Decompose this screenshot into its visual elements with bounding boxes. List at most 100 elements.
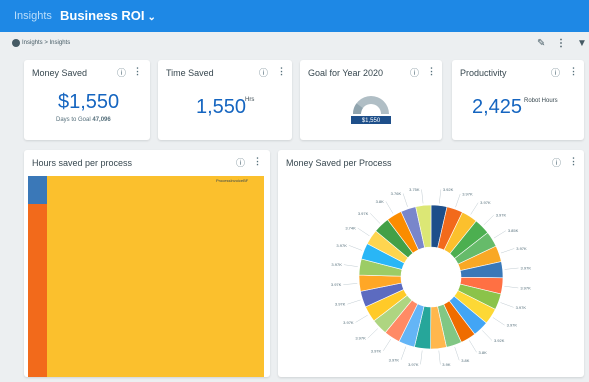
donut-slice-label: 3.85K	[508, 228, 519, 233]
more-vert-icon[interactable]: ⋮	[556, 38, 566, 49]
filter-icon[interactable]: ▼	[577, 38, 587, 49]
donut-slice-label: 3.92K	[494, 338, 505, 343]
donut-slice-label: 3.97K	[343, 320, 354, 325]
breadcrumb-bar: Insights > Insights ✎ ⋮ ▼	[0, 32, 589, 56]
info-icon[interactable]: ⓘ	[552, 156, 561, 169]
donut-leader-line	[347, 299, 361, 305]
donut-slice-label: 3.97K	[496, 213, 507, 218]
breadcrumb-root-link[interactable]: Insights	[14, 10, 52, 22]
info-icon[interactable]: ⓘ	[551, 66, 560, 79]
donut-leader-line	[454, 347, 460, 361]
donut-leader-line	[470, 202, 479, 215]
info-icon[interactable]: ⓘ	[259, 66, 268, 79]
donut-leader-line	[455, 193, 461, 208]
treemap: ProcessInvoiceBF	[28, 176, 264, 377]
more-vert-icon[interactable]: ⋮	[253, 156, 262, 167]
more-vert-icon[interactable]: ⋮	[569, 66, 578, 77]
donut-slice-label: 3.76K	[391, 191, 402, 196]
donut-slice-label: 3.97K	[371, 348, 382, 353]
donut-slice-label: 3.97K	[408, 362, 419, 367]
donut-slice-label: 3.97K	[507, 323, 518, 328]
donut-leader-line	[504, 286, 519, 289]
donut-chart: 3.92K 3.97K 3.97K 3.97K 3.85K 3.97K 3.97K 3.97K…	[278, 172, 584, 377]
donut-slice-label: 3.97K	[335, 302, 346, 307]
workspace-logo-icon	[12, 39, 20, 47]
donut-leader-line	[357, 227, 370, 237]
goal-gauge: $1,550	[351, 88, 391, 124]
more-vert-icon[interactable]: ⋮	[133, 66, 142, 77]
productivity-unit: Robot Hours	[524, 98, 558, 104]
pencil-icon[interactable]: ✎	[537, 38, 545, 49]
treemap-label: ProcessInvoiceBF	[216, 178, 249, 183]
donut-slice-label: 3.97K	[516, 246, 527, 251]
donut-slice-label: 3.97K	[521, 265, 532, 270]
donut-leader-line	[400, 346, 407, 360]
donut-slice-label: 3.97K	[520, 285, 531, 290]
donut-slice-label: 3.97K	[336, 243, 347, 248]
treemap-block-blue[interactable]	[28, 176, 47, 204]
card-title: Productivity	[460, 68, 507, 78]
donut-leader-line	[383, 339, 391, 351]
money-saved-card: Money Saved ⓘ ⋮ $1,550 Days to Goal 47,0…	[24, 60, 150, 140]
donut-slice-label: 3.9K	[442, 362, 451, 367]
donut-leader-line	[355, 314, 368, 323]
card-title: Money Saved per Process	[286, 158, 392, 168]
donut-slice-label: 3.8K	[479, 350, 488, 355]
donut-slice-label: 3.97K	[358, 211, 369, 216]
donut-leader-line	[469, 340, 477, 353]
card-title: Goal for Year 2020	[308, 68, 384, 78]
gauge-badge-text: $1,550	[362, 118, 381, 124]
donut-leader-line	[493, 230, 506, 239]
donut-slice-label: 3.97K	[516, 305, 527, 310]
days-to-goal-value: 47,096	[92, 117, 111, 123]
hours-per-process-card: Hours saved per process ⓘ ⋮ ProcessInvoi…	[24, 150, 270, 377]
donut-slice-label: 3.97K	[331, 282, 342, 287]
more-vert-icon[interactable]: ⋮	[569, 156, 578, 167]
treemap-block-orange[interactable]	[28, 204, 47, 377]
donut-leader-line	[421, 189, 424, 204]
donut-leader-line	[492, 317, 505, 326]
donut-leader-line	[504, 267, 519, 270]
treemap-block-yellow[interactable]	[47, 176, 264, 377]
donut-leader-line	[438, 350, 441, 365]
donut-leader-line	[482, 330, 493, 341]
donut-slice-label: 3.97K	[389, 357, 400, 362]
donut-slice-label: 3.97K	[331, 262, 342, 267]
donut-leader-line	[500, 248, 515, 254]
dashboard-title: Business ROI	[60, 8, 145, 23]
money-saved-value: $1,550	[58, 91, 120, 113]
top-app-bar: Insights Business ROI ⌄	[0, 0, 589, 32]
donut-slice-label: 3.75K	[409, 187, 420, 192]
donut-slice-label: 3.74K	[345, 226, 356, 231]
more-vert-icon[interactable]: ⋮	[277, 66, 286, 77]
more-vert-icon[interactable]: ⋮	[427, 66, 436, 77]
days-to-goal-label: Days to Goal 47,096	[56, 117, 111, 123]
donut-slice-label: 3.8K	[376, 199, 385, 204]
info-icon[interactable]: ⓘ	[410, 66, 419, 79]
donut-slice-label: 3.97K	[355, 336, 366, 341]
time-saved-card: Time Saved ⓘ ⋮ 1,550 Hrs	[158, 60, 292, 140]
info-icon[interactable]: ⓘ	[236, 156, 245, 169]
money-per-process-card: Money Saved per Process ⓘ ⋮ 3.92K 3.97K 3.…	[278, 150, 584, 377]
dashboard-title-dropdown[interactable]: Business ROI ⌄	[60, 8, 156, 23]
donut-leader-line	[420, 350, 423, 365]
info-icon[interactable]: ⓘ	[117, 66, 126, 79]
time-saved-unit: Hrs	[245, 97, 255, 103]
chevron-down-icon: ⌄	[147, 12, 156, 23]
donut-leader-line	[343, 283, 358, 285]
donut-leader-line	[343, 264, 358, 267]
time-saved-value: 1,550	[196, 96, 247, 118]
donut-slice-label: 3.92K	[443, 187, 454, 192]
goal-card: Goal for Year 2020 ⓘ ⋮ $1,550	[300, 60, 442, 140]
card-title: Time Saved	[166, 68, 214, 78]
productivity-value: 2,425	[472, 96, 523, 118]
donut-leader-line	[370, 213, 381, 224]
donut-leader-line	[483, 215, 494, 226]
donut-leader-line	[385, 201, 394, 214]
productivity-card: Productivity ⓘ ⋮ 2,425 Robot Hours	[452, 60, 584, 140]
breadcrumb[interactable]: Insights > Insights	[22, 40, 70, 46]
donut-slice-label: 3.8K	[461, 358, 470, 363]
donut-leader-line	[500, 302, 514, 308]
donut-slice-label: 3.97K	[462, 191, 473, 196]
donut-leader-line	[367, 328, 378, 339]
